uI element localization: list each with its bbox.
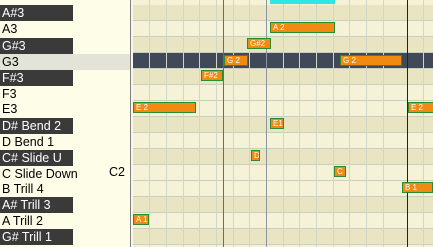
grid-line bbox=[333, 0, 334, 247]
grid-line bbox=[183, 0, 184, 247]
note-f-sharp-2[interactable]: F#2 bbox=[201, 70, 223, 81]
grid-line bbox=[383, 0, 384, 247]
grid-line bbox=[316, 0, 317, 247]
note-e1[interactable]: E1 bbox=[270, 118, 284, 129]
grid-line bbox=[299, 0, 300, 247]
note-d[interactable]: D bbox=[251, 150, 260, 161]
playhead-line[interactable] bbox=[223, 0, 224, 247]
grid-line bbox=[216, 0, 217, 247]
key-f3[interactable]: F3 bbox=[0, 86, 131, 102]
key-a-sharp-trill-3[interactable]: A# Trill 3 bbox=[0, 197, 73, 213]
key-d-sharp-bend-2[interactable]: D# Bend 2 bbox=[0, 118, 73, 134]
loop-marker[interactable] bbox=[270, 0, 335, 4]
piano-roll-grid[interactable]: A 2 G#2 G 2 G 2 F#2 E 2 E 2 E1 D C B 1 A… bbox=[133, 0, 433, 247]
grid-line bbox=[233, 0, 234, 247]
key-g-sharp-3[interactable]: G#3 bbox=[0, 38, 73, 54]
note-b1[interactable]: B 1 bbox=[402, 182, 433, 193]
key-b-trill-4[interactable]: B Trill 4 bbox=[0, 181, 131, 197]
grid-line bbox=[349, 0, 350, 247]
key-d-bend-1[interactable]: D Bend 1 bbox=[0, 134, 131, 150]
octave-label: C2 bbox=[109, 165, 125, 179]
grid-line bbox=[199, 0, 200, 247]
note-g-sharp-2[interactable]: G#2 bbox=[247, 38, 271, 49]
note-c[interactable]: C bbox=[334, 166, 346, 177]
note-g2[interactable]: G 2 bbox=[340, 55, 402, 66]
grid-line bbox=[166, 0, 167, 247]
key-e3[interactable]: E3 bbox=[0, 101, 131, 117]
key-g3[interactable]: G3 bbox=[0, 54, 131, 70]
key-a-sharp-3[interactable]: A#3 bbox=[0, 5, 73, 21]
key-a-trill-2[interactable]: A Trill 2 bbox=[0, 213, 131, 229]
piano-keyboard[interactable]: A#3 A3 G#3 G3 F#3 F3 E3 D# Bend 2 D Bend… bbox=[0, 0, 131, 247]
grid-line bbox=[149, 0, 150, 247]
key-a3[interactable]: A3 bbox=[0, 21, 131, 37]
note-e2[interactable]: E 2 bbox=[408, 102, 433, 113]
note-g2[interactable]: G 2 bbox=[224, 55, 248, 66]
keyboard-divider bbox=[130, 0, 131, 247]
grid-line bbox=[366, 0, 367, 247]
note-a1[interactable]: A 1 bbox=[133, 214, 149, 225]
key-c-sharp-slide-up[interactable]: C# Slide U bbox=[0, 150, 73, 166]
bar-line bbox=[407, 0, 408, 247]
grid-line bbox=[423, 0, 424, 247]
note-e2[interactable]: E 2 bbox=[133, 102, 196, 113]
note-a2[interactable]: A 2 bbox=[270, 22, 335, 33]
key-g-sharp-trill-1[interactable]: G# Trill 1 bbox=[0, 229, 73, 245]
key-f-sharp-3[interactable]: F#3 bbox=[0, 70, 73, 86]
